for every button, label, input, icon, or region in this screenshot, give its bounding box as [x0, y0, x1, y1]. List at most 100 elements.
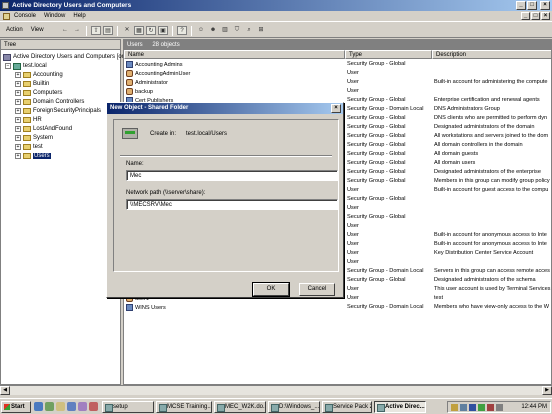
table-row[interactable]: Accounting Admins Security Group - Global — [124, 60, 551, 69]
tree-item-system[interactable]: + System — [15, 134, 53, 142]
tree-item-foreign-security-principals[interactable]: + ForeignSecurityPrincipals — [15, 107, 101, 115]
tray-status-icon[interactable] — [478, 404, 485, 411]
dialog-divider — [120, 155, 332, 157]
internet-explorer-icon[interactable] — [34, 402, 43, 411]
menu-action[interactable]: Action — [6, 27, 23, 33]
expand-icon[interactable]: + — [15, 126, 21, 132]
expand-icon[interactable]: + — [15, 108, 21, 114]
menu-console[interactable]: Console — [14, 13, 36, 19]
up-folder-icon[interactable]: ⇧ — [91, 26, 101, 35]
tree-item-hr[interactable]: + HR — [15, 116, 42, 124]
expand-icon[interactable]: + — [15, 81, 21, 87]
expand-icon[interactable]: + — [15, 144, 21, 150]
menu-view[interactable]: View — [31, 27, 44, 33]
cell-type: User — [347, 295, 359, 301]
menu-help[interactable]: Help — [73, 13, 85, 19]
column-header-name[interactable]: Name — [124, 50, 345, 59]
tree-domain[interactable]: − test.local — [5, 62, 47, 70]
forward-icon[interactable]: → — [72, 26, 82, 35]
table-row[interactable]: WINS Users Security Group - Domain Local M… — [124, 303, 551, 312]
tree-item-builtin[interactable]: + Builtin — [15, 80, 49, 88]
cell-type: Security Group - Global — [347, 277, 406, 283]
name-label: Name: — [126, 161, 144, 167]
tree-item-domain-controllers[interactable]: + Domain Controllers — [15, 98, 84, 106]
dialog-title[interactable]: New Object - Shared Folder — [107, 103, 343, 114]
back-icon[interactable]: ← — [60, 26, 70, 35]
scroll-left-arrow-icon[interactable]: ◀ — [0, 386, 10, 395]
help-icon[interactable]: ? — [177, 26, 187, 35]
console-icon[interactable] — [3, 13, 10, 20]
tree-item-lost-and-found[interactable]: + LostAndFound — [15, 125, 72, 133]
tray-volume-icon[interactable] — [496, 404, 503, 411]
horizontal-scrollbar[interactable]: ◀ ▶ — [0, 385, 552, 395]
find-icon[interactable]: ⌕ — [244, 26, 254, 35]
new-ou-icon[interactable]: ▥ — [220, 26, 230, 35]
tree-item-accounting[interactable]: + Accounting — [15, 71, 63, 79]
collapse-icon[interactable]: − — [5, 63, 11, 69]
table-row[interactable]: AccountingAdminUser User — [124, 69, 551, 78]
clock[interactable]: 12:44 PM — [521, 404, 547, 410]
outlook-express-icon[interactable] — [45, 402, 54, 411]
close-button[interactable]: × — [540, 1, 550, 10]
toolbar-separator — [117, 26, 118, 36]
properties-icon[interactable]: ▦ — [134, 26, 144, 35]
scroll-right-arrow-icon[interactable]: ▶ — [542, 386, 552, 395]
task-active-directory[interactable]: Active Direc... — [374, 401, 426, 413]
tray-network-icon[interactable] — [451, 404, 458, 411]
expand-icon[interactable]: + — [15, 99, 21, 105]
expand-icon[interactable]: + — [15, 153, 21, 159]
export-list-icon[interactable]: ▣ — [158, 26, 168, 35]
dialog-close-button[interactable]: × — [331, 104, 341, 113]
maximize-button[interactable]: □ — [527, 1, 537, 10]
task-windows-folder[interactable]: D:\Windows_... — [268, 401, 320, 413]
media-player-icon[interactable] — [78, 402, 87, 411]
refresh-icon[interactable]: ↻ — [146, 26, 156, 35]
new-group-icon[interactable]: ☻ — [208, 26, 218, 35]
title-bar[interactable]: Active Directory Users and Computers _ □… — [0, 0, 552, 11]
tray-monitor-icon[interactable] — [460, 404, 467, 411]
tree-tab[interactable]: Tree — [1, 40, 120, 50]
name-input[interactable]: Mec — [126, 170, 338, 181]
expand-icon[interactable]: + — [15, 135, 21, 141]
explorer-icon[interactable] — [67, 402, 76, 411]
show-tree-icon[interactable]: ▤ — [103, 26, 113, 35]
mdi-close-button[interactable]: × — [541, 12, 550, 20]
expand-icon[interactable]: + — [15, 117, 21, 123]
expand-icon[interactable]: + — [15, 90, 21, 96]
new-user-icon[interactable]: ☺ — [196, 26, 206, 35]
menu-window[interactable]: Window — [44, 13, 65, 19]
new-shared-folder-dialog: New Object - Shared Folder × Create in: … — [106, 102, 344, 298]
task-mcse-training[interactable]: MCSE Training... — [156, 401, 212, 413]
cell-type: User — [347, 223, 359, 229]
tree-item-users[interactable]: + Users — [15, 152, 51, 160]
start-button[interactable]: Start — [1, 401, 31, 413]
ok-button[interactable]: OK — [252, 282, 290, 297]
task-setup[interactable]: setup — [102, 401, 154, 413]
cancel-button[interactable]: Cancel — [299, 283, 335, 296]
task-mec-w2k-doc[interactable]: MEC_W2K.do... — [214, 401, 266, 413]
column-header-type[interactable]: Type — [345, 50, 432, 59]
tree-root[interactable]: Active Directory Users and Computers [on — [3, 53, 125, 61]
show-desktop-icon[interactable] — [56, 402, 65, 411]
list-title-bar: Users 28 objects — [124, 40, 551, 50]
tray-language-icon[interactable] — [469, 404, 476, 411]
column-header-description[interactable]: Description — [432, 50, 551, 59]
add-to-group-icon[interactable]: ⊞ — [256, 26, 266, 35]
filter-icon[interactable]: ⛉ — [232, 26, 242, 35]
tray-antivirus-icon[interactable] — [487, 404, 494, 411]
expand-icon[interactable]: + — [15, 72, 21, 78]
tree-item-test[interactable]: + test — [15, 143, 43, 151]
cell-description: Members in this group can modify group p… — [434, 178, 550, 184]
table-row[interactable]: Administrator User Built-in account for ad… — [124, 78, 551, 87]
network-path-input[interactable]: \\MECSRV\Mec — [126, 199, 338, 210]
task-service-pack-2[interactable]: Service Pack 2 — [322, 401, 372, 413]
delete-icon[interactable]: ✕ — [122, 26, 132, 35]
mdi-minimize-button[interactable]: _ — [521, 12, 530, 20]
network-path-label: Network path (\\server\share): — [126, 190, 206, 196]
cell-description: Servers in this group can access remote … — [434, 268, 550, 274]
minimize-button[interactable]: _ — [516, 1, 526, 10]
tree-item-computers[interactable]: + Computers — [15, 89, 62, 97]
mdi-restore-button[interactable]: □ — [531, 12, 540, 20]
table-row[interactable]: backup User — [124, 87, 551, 96]
quick-launch-app-icon[interactable] — [89, 402, 98, 411]
